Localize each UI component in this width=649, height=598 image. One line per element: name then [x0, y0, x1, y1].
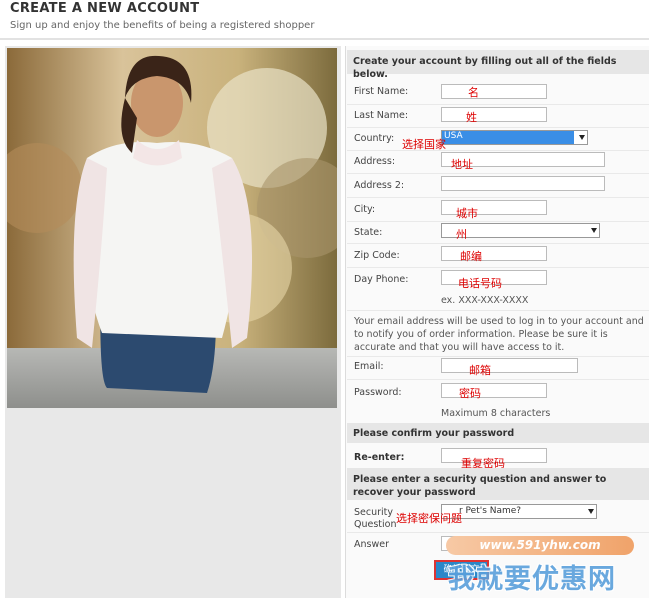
- first-name-label: First Name:: [354, 86, 409, 97]
- day-phone-annotation: 电话号码: [458, 277, 502, 290]
- page-subtitle: Sign up and enjoy the benefits of being …: [10, 20, 315, 31]
- reenter-label: Re-enter:: [354, 452, 405, 463]
- row-divider: [347, 310, 649, 311]
- row-divider: [347, 356, 649, 357]
- first-name-annotation: 名: [468, 86, 479, 99]
- row-divider: [347, 379, 649, 380]
- row-divider: [347, 243, 649, 244]
- zip-annotation: 邮编: [460, 250, 482, 263]
- security-question-header: Please enter a security question and ans…: [347, 468, 649, 500]
- row-divider: [347, 104, 649, 105]
- email-annotation: 邮箱: [469, 364, 491, 377]
- title-divider: [0, 38, 649, 40]
- country-label: Country:: [354, 133, 395, 144]
- row-divider: [347, 150, 649, 151]
- state-label: State:: [354, 227, 383, 238]
- last-name-annotation: 姓: [466, 111, 477, 124]
- form-intro-header: Create your account by filling out all o…: [347, 50, 649, 80]
- phone-format-hint: ex. XXX-XXX-XXXX: [441, 295, 529, 306]
- row-divider: [347, 197, 649, 198]
- day-phone-label: Day Phone:: [354, 274, 409, 285]
- address2-label: Address 2:: [354, 180, 405, 191]
- watermark-text: 我就要优惠网: [448, 564, 616, 595]
- security-question-value: r Pet's Name?: [459, 506, 522, 516]
- chevron-down-icon: [588, 509, 594, 514]
- security-question-label-line1: Security: [354, 507, 394, 518]
- model-photo: [7, 48, 337, 408]
- zip-input[interactable]: [441, 246, 547, 261]
- state-annotation: 州: [456, 228, 467, 241]
- security-question-select[interactable]: r Pet's Name?: [441, 504, 597, 519]
- city-annotation: 城市: [456, 207, 478, 220]
- address-annotation: 地址: [451, 158, 473, 171]
- password-label: Password:: [354, 387, 402, 398]
- security-question-label-line2: Question: [354, 519, 397, 530]
- email-note: Your email address will be used to log i…: [354, 316, 644, 353]
- last-name-label: Last Name:: [354, 110, 409, 121]
- confirm-password-header: Please confirm your password: [347, 423, 649, 443]
- chevron-down-icon: [579, 135, 585, 140]
- last-name-input[interactable]: [441, 107, 547, 122]
- password-length-hint: Maximum 8 characters: [441, 408, 551, 419]
- email-label: Email:: [354, 361, 384, 372]
- address-label: Address:: [354, 156, 396, 167]
- country-select[interactable]: USA: [441, 130, 588, 145]
- city-label: City:: [354, 204, 376, 215]
- chevron-down-icon: [591, 228, 597, 233]
- first-name-input[interactable]: [441, 84, 547, 99]
- security-question-annotation: 选择密保问题: [396, 512, 462, 525]
- password-input[interactable]: [441, 383, 547, 398]
- password-annotation: 密码: [459, 387, 481, 400]
- address2-input[interactable]: [441, 176, 605, 191]
- row-divider: [347, 221, 649, 222]
- email-input[interactable]: [441, 358, 578, 373]
- row-divider: [347, 127, 649, 128]
- page-title: CREATE A NEW ACCOUNT: [10, 1, 200, 16]
- country-value: USA: [442, 131, 574, 144]
- watermark-url: www.591yhw.com: [446, 536, 634, 555]
- row-divider: [347, 267, 649, 268]
- row-divider: [347, 532, 649, 533]
- answer-label: Answer: [354, 539, 389, 550]
- zip-label: Zip Code:: [354, 250, 400, 261]
- row-divider: [347, 173, 649, 174]
